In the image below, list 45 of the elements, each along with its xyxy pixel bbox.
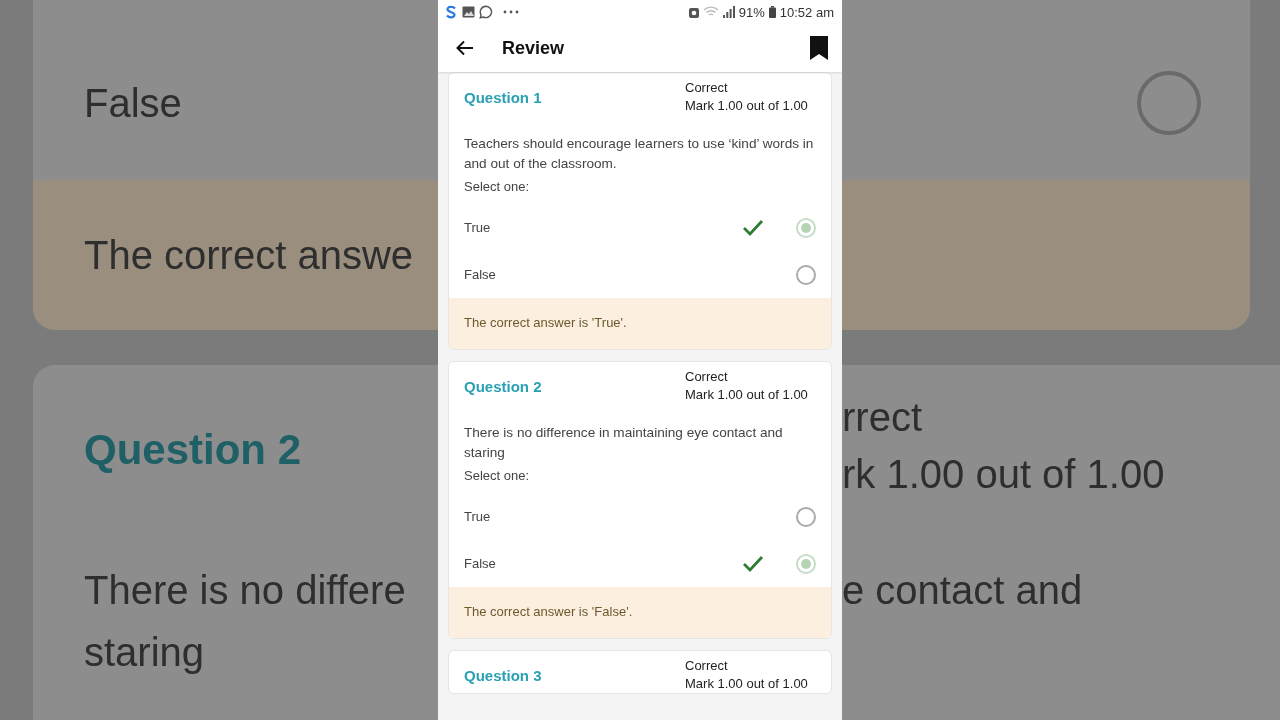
radio-button[interactable] (796, 553, 816, 574)
more-icon (503, 10, 519, 14)
check-icon (742, 554, 764, 573)
option-label: True (464, 220, 492, 235)
app-logo-icon (444, 5, 458, 19)
option-label: False (464, 556, 497, 571)
backdrop-option-text: False (84, 83, 182, 123)
radio-button[interactable] (796, 217, 816, 238)
backdrop-question-text: There is no differe (84, 570, 407, 610)
select-prompt: Select one: (464, 178, 531, 196)
question-text: Teachers should encourage learners to use ‘kind’ words in and out of the classroom. (464, 135, 815, 173)
feedback-text: The correct answer is 'False'. (464, 604, 633, 619)
clock: 10:52 am (779, 4, 834, 20)
radio-button[interactable] (796, 264, 816, 285)
option-label: True (464, 509, 492, 524)
chat-icon (479, 5, 493, 19)
question-title: Question 2 (464, 377, 543, 395)
question-mark: Mark 1.00 out of 1.00 (685, 97, 809, 115)
wifi-icon (702, 6, 719, 18)
backdrop-question-mark: rk 1.00 out of 1.00 (842, 454, 1166, 494)
backdrop-feedback-text: The correct answe (84, 235, 414, 275)
question-state: Correct (685, 368, 729, 386)
back-button[interactable] (456, 40, 474, 56)
question-state: Correct (685, 79, 729, 97)
select-prompt: Select one: (464, 467, 531, 485)
radio-button[interactable] (796, 506, 816, 527)
backdrop-question-title: Question 2 (84, 429, 303, 471)
check-icon (742, 218, 764, 237)
battery-percent: 91% (738, 4, 765, 20)
option-label: False (464, 267, 497, 282)
battery-icon (768, 6, 776, 18)
question-title: Question 3 (464, 666, 543, 684)
feedback-text: The correct answer is 'True'. (464, 315, 627, 330)
question-title: Question 1 (464, 88, 543, 106)
image-icon (462, 6, 475, 18)
backdrop-question-state: rrect (842, 397, 923, 437)
question-mark: Mark 1.00 out of 1.00 (685, 386, 809, 404)
backdrop-question-text: e contact and (842, 570, 1084, 610)
question-state: Correct (685, 657, 729, 675)
backdrop-question-text: staring (84, 632, 206, 672)
screen-title: Review (502, 37, 566, 59)
signal-icon (722, 6, 735, 18)
question-mark: Mark 1.00 out of 1.00 (685, 675, 809, 693)
bookmark-button[interactable] (810, 36, 828, 60)
question-text: There is no difference in maintaining eye contact and staring (464, 424, 784, 462)
